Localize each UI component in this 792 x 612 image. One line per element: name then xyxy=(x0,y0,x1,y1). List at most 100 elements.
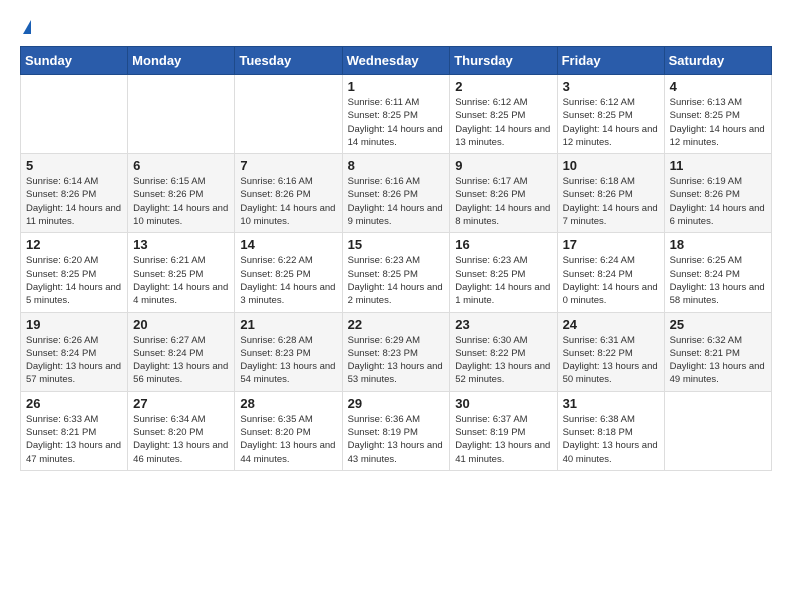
weekday-header-sunday: Sunday xyxy=(21,47,128,75)
day-info: Sunrise: 6:26 AMSunset: 8:24 PMDaylight:… xyxy=(26,334,122,387)
calendar-cell: 28 Sunrise: 6:35 AMSunset: 8:20 PMDayligh… xyxy=(235,391,342,470)
weekday-header-row: SundayMondayTuesdayWednesdayThursdayFrid… xyxy=(21,47,772,75)
day-number: 17 xyxy=(563,237,659,252)
day-number: 12 xyxy=(26,237,122,252)
calendar-cell: 4Sunrise: 6:13 AMSunset: 8:25 PMDaylight… xyxy=(664,75,771,154)
calendar-cell xyxy=(664,391,771,470)
day-number: 21 xyxy=(240,317,336,332)
day-info: Sunrise: 6:24 AMSunset: 8:24 PMDaylight:… xyxy=(563,254,659,307)
calendar-cell: 30Sunrise: 6:37 AMSunset: 8:19 PMDayligh… xyxy=(450,391,557,470)
day-info: Sunrise: 6:35 AMSunset: 8:20 PMDaylight:… xyxy=(240,413,336,466)
day-number: 3 xyxy=(563,79,659,94)
weekday-header-tuesday: Tuesday xyxy=(235,47,342,75)
day-info: Sunrise: 6:11 AMSunset: 8:25 PMDaylight:… xyxy=(348,96,445,149)
day-number: 26 xyxy=(26,396,122,411)
calendar-cell: 16Sunrise: 6:23 AMSunset: 8:25 PMDayligh… xyxy=(450,233,557,312)
day-info: Sunrise: 6:20 AMSunset: 8:25 PMDaylight:… xyxy=(26,254,122,307)
day-number: 19 xyxy=(26,317,122,332)
calendar-cell xyxy=(21,75,128,154)
calendar-cell: 8 Sunrise: 6:16 AMSunset: 8:26 PMDaylight… xyxy=(342,154,450,233)
day-number: 27 xyxy=(133,396,229,411)
calendar-cell: 24 Sunrise: 6:31 AMSunset: 8:22 PMDayligh… xyxy=(557,312,664,391)
day-number: 7 xyxy=(240,158,336,173)
day-number: 13 xyxy=(133,237,229,252)
day-number: 1 xyxy=(348,79,445,94)
day-info: Sunrise: 6:16 AMSunset: 8:26 PMDaylight:… xyxy=(348,175,445,228)
day-info: Sunrise: 6:16 AMSunset: 8:26 PMDaylight:… xyxy=(240,175,336,228)
day-number: 11 xyxy=(670,158,766,173)
day-number: 8 xyxy=(348,158,445,173)
day-info: Sunrise: 6:38 AMSunset: 8:18 PMDaylight:… xyxy=(563,413,659,466)
day-number: 23 xyxy=(455,317,551,332)
day-number: 6 xyxy=(133,158,229,173)
day-number: 15 xyxy=(348,237,445,252)
calendar-cell: 11 Sunrise: 6:19 AMSunset: 8:26 PMDayligh… xyxy=(664,154,771,233)
day-info: Sunrise: 6:29 AMSunset: 8:23 PMDaylight:… xyxy=(348,334,445,387)
day-info: Sunrise: 6:19 AMSunset: 8:26 PMDaylight:… xyxy=(670,175,766,228)
day-info: Sunrise: 6:12 AMSunset: 8:25 PMDaylight:… xyxy=(455,96,551,149)
calendar-cell: 23Sunrise: 6:30 AMSunset: 8:22 PMDayligh… xyxy=(450,312,557,391)
weekday-header-friday: Friday xyxy=(557,47,664,75)
day-info: Sunrise: 6:18 AMSunset: 8:26 PMDaylight:… xyxy=(563,175,659,228)
calendar-cell: 19 Sunrise: 6:26 AMSunset: 8:24 PMDayligh… xyxy=(21,312,128,391)
day-number: 18 xyxy=(670,237,766,252)
day-number: 9 xyxy=(455,158,551,173)
calendar-cell: 17 Sunrise: 6:24 AMSunset: 8:24 PMDayligh… xyxy=(557,233,664,312)
calendar-cell: 13 Sunrise: 6:21 AMSunset: 8:25 PMDayligh… xyxy=(128,233,235,312)
day-number: 24 xyxy=(563,317,659,332)
week-row-1: 1 Sunrise: 6:11 AMSunset: 8:25 PMDaylight… xyxy=(21,75,772,154)
day-number: 22 xyxy=(348,317,445,332)
day-info: Sunrise: 6:31 AMSunset: 8:22 PMDaylight:… xyxy=(563,334,659,387)
logo-text xyxy=(20,20,31,36)
calendar-cell: 6Sunrise: 6:15 AMSunset: 8:26 PMDaylight… xyxy=(128,154,235,233)
day-info: Sunrise: 6:25 AMSunset: 8:24 PMDaylight:… xyxy=(670,254,766,307)
calendar-cell: 1 Sunrise: 6:11 AMSunset: 8:25 PMDaylight… xyxy=(342,75,450,154)
day-number: 29 xyxy=(348,396,445,411)
calendar-cell: 9 Sunrise: 6:17 AMSunset: 8:26 PMDaylight… xyxy=(450,154,557,233)
weekday-header-thursday: Thursday xyxy=(450,47,557,75)
week-row-2: 5Sunrise: 6:14 AMSunset: 8:26 PMDaylight… xyxy=(21,154,772,233)
day-number: 28 xyxy=(240,396,336,411)
calendar-cell: 18 Sunrise: 6:25 AMSunset: 8:24 PMDayligh… xyxy=(664,233,771,312)
day-info: Sunrise: 6:12 AMSunset: 8:25 PMDaylight:… xyxy=(563,96,659,149)
calendar-cell: 22 Sunrise: 6:29 AMSunset: 8:23 PMDayligh… xyxy=(342,312,450,391)
logo xyxy=(20,20,31,36)
calendar-cell xyxy=(235,75,342,154)
weekday-header-wednesday: Wednesday xyxy=(342,47,450,75)
day-number: 30 xyxy=(455,396,551,411)
day-number: 20 xyxy=(133,317,229,332)
day-info: Sunrise: 6:28 AMSunset: 8:23 PMDaylight:… xyxy=(240,334,336,387)
week-row-4: 19 Sunrise: 6:26 AMSunset: 8:24 PMDayligh… xyxy=(21,312,772,391)
day-info: Sunrise: 6:14 AMSunset: 8:26 PMDaylight:… xyxy=(26,175,122,228)
week-row-3: 12 Sunrise: 6:20 AMSunset: 8:25 PMDayligh… xyxy=(21,233,772,312)
calendar-table: SundayMondayTuesdayWednesdayThursdayFrid… xyxy=(20,46,772,471)
calendar-cell: 29 Sunrise: 6:36 AMSunset: 8:19 PMDayligh… xyxy=(342,391,450,470)
page-header xyxy=(20,20,772,36)
day-number: 16 xyxy=(455,237,551,252)
calendar-cell: 31Sunrise: 6:38 AMSunset: 8:18 PMDayligh… xyxy=(557,391,664,470)
day-info: Sunrise: 6:36 AMSunset: 8:19 PMDaylight:… xyxy=(348,413,445,466)
calendar-cell: 20Sunrise: 6:27 AMSunset: 8:24 PMDayligh… xyxy=(128,312,235,391)
calendar-cell: 21 Sunrise: 6:28 AMSunset: 8:23 PMDayligh… xyxy=(235,312,342,391)
calendar-cell: 10 Sunrise: 6:18 AMSunset: 8:26 PMDayligh… xyxy=(557,154,664,233)
day-info: Sunrise: 6:34 AMSunset: 8:20 PMDaylight:… xyxy=(133,413,229,466)
calendar-cell: 2 Sunrise: 6:12 AMSunset: 8:25 PMDaylight… xyxy=(450,75,557,154)
day-info: Sunrise: 6:21 AMSunset: 8:25 PMDaylight:… xyxy=(133,254,229,307)
day-info: Sunrise: 6:22 AMSunset: 8:25 PMDaylight:… xyxy=(240,254,336,307)
calendar-cell: 5Sunrise: 6:14 AMSunset: 8:26 PMDaylight… xyxy=(21,154,128,233)
day-info: Sunrise: 6:13 AMSunset: 8:25 PMDaylight:… xyxy=(670,96,766,149)
day-info: Sunrise: 6:17 AMSunset: 8:26 PMDaylight:… xyxy=(455,175,551,228)
weekday-header-saturday: Saturday xyxy=(664,47,771,75)
calendar-cell: 15Sunrise: 6:23 AMSunset: 8:25 PMDayligh… xyxy=(342,233,450,312)
day-info: Sunrise: 6:32 AMSunset: 8:21 PMDaylight:… xyxy=(670,334,766,387)
day-number: 2 xyxy=(455,79,551,94)
weekday-header-monday: Monday xyxy=(128,47,235,75)
day-info: Sunrise: 6:33 AMSunset: 8:21 PMDaylight:… xyxy=(26,413,122,466)
calendar-cell: 14 Sunrise: 6:22 AMSunset: 8:25 PMDayligh… xyxy=(235,233,342,312)
calendar-cell: 7 Sunrise: 6:16 AMSunset: 8:26 PMDaylight… xyxy=(235,154,342,233)
calendar-cell: 3 Sunrise: 6:12 AMSunset: 8:25 PMDaylight… xyxy=(557,75,664,154)
calendar-cell xyxy=(128,75,235,154)
calendar-cell: 12 Sunrise: 6:20 AMSunset: 8:25 PMDayligh… xyxy=(21,233,128,312)
day-number: 14 xyxy=(240,237,336,252)
day-number: 10 xyxy=(563,158,659,173)
